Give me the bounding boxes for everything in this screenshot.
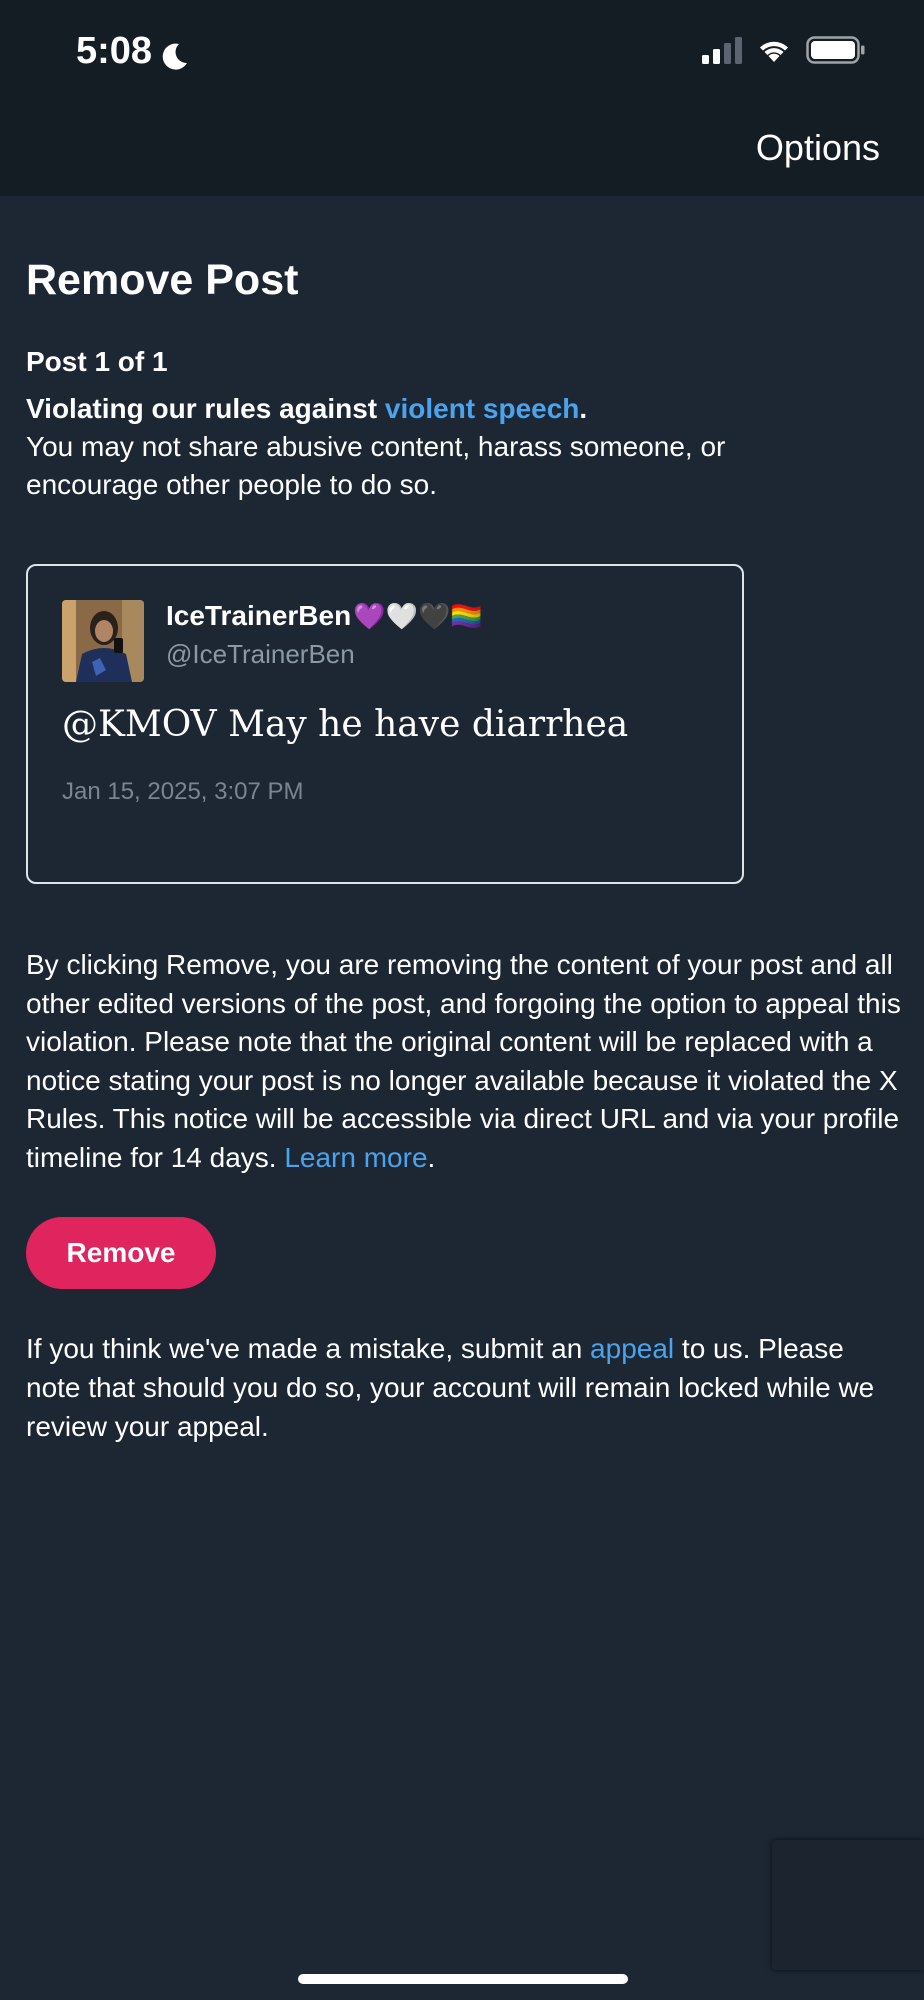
page-title: Remove Post [26, 256, 299, 304]
violation-prefix: Violating our rules against [26, 393, 385, 424]
violation-heading: Violating our rules against violent spee… [26, 390, 906, 428]
remove-button[interactable]: Remove [26, 1217, 216, 1289]
removal-explanation-text: By clicking Remove, you are removing the… [26, 949, 901, 1173]
author-name-text: IceTrainerBen [166, 600, 352, 631]
signal-icon [702, 36, 742, 64]
author-name: IceTrainerBen 💜🤍🖤🏳️‍🌈 [166, 598, 483, 634]
home-indicator[interactable] [298, 1974, 628, 1984]
violation-suffix: . [579, 393, 588, 424]
battery-icon [806, 36, 865, 64]
top-bar: 5:08 Options [0, 0, 924, 196]
author-handle: @IceTrainerBen [166, 639, 355, 669]
appeal-prefix: If you think we've made a mistake, submi… [26, 1333, 591, 1364]
recaptcha-badge[interactable] [772, 1840, 924, 1970]
post-date: Jan 15, 2025, 3:07 PM [62, 778, 304, 805]
wifi-icon [760, 41, 788, 62]
violation-description: You may not share abusive content, haras… [26, 431, 726, 500]
author-emojis: 💜🤍🖤🏳️‍🌈 [353, 601, 483, 631]
violent-speech-link[interactable]: violent speech [385, 393, 580, 424]
status-bar-time: 5:08 [76, 28, 190, 74]
status-bar-icons [702, 36, 866, 64]
appeal-link[interactable]: appeal [590, 1333, 674, 1364]
removal-explanation: By clicking Remove, you are removing the… [26, 946, 906, 1177]
options-button[interactable]: Options [756, 126, 880, 170]
status-time-text: 5:08 [76, 30, 153, 72]
post-text: @KMOV May he have diarrhea [62, 704, 629, 745]
appeal-notice: If you think we've made a mistake, submi… [26, 1329, 906, 1446]
main-content: Remove Post Post 1 of 1 Violating our ru… [26, 196, 906, 1446]
learn-more-link[interactable]: Learn more [284, 1142, 427, 1173]
post-count: Post 1 of 1 [26, 346, 168, 377]
avatar [62, 600, 144, 682]
removal-explanation-suffix: . [427, 1141, 436, 1173]
post-card: IceTrainerBen 💜🤍🖤🏳️‍🌈 @IceTrainerBen @KM… [26, 564, 744, 884]
moon-icon [160, 36, 190, 70]
